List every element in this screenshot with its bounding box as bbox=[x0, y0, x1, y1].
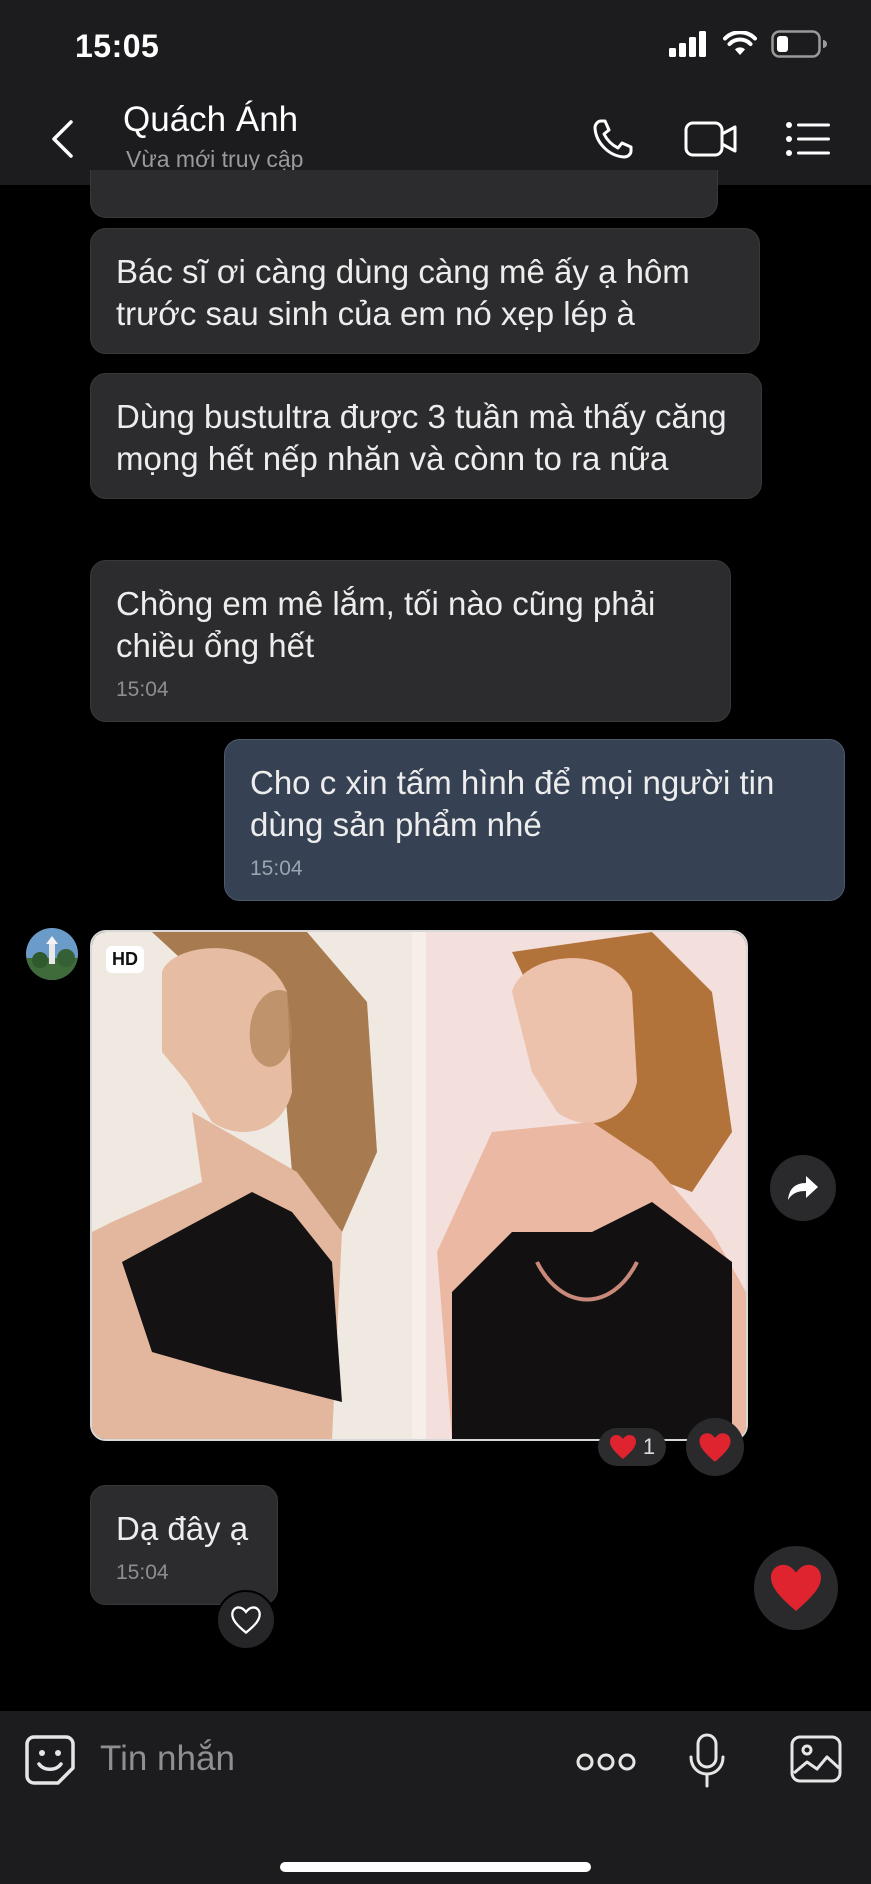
message-input[interactable]: Tin nhắn bbox=[100, 1739, 235, 1779]
menu-list-icon bbox=[786, 122, 830, 156]
phone-icon bbox=[593, 119, 633, 159]
heart-icon bbox=[699, 1432, 731, 1462]
share-forward-icon bbox=[788, 1176, 818, 1200]
photo-message[interactable]: HD bbox=[90, 930, 748, 1441]
message-time: 15:04 bbox=[116, 1561, 169, 1584]
message-text: Cho c xin tấm hình để mọi người tin dùng… bbox=[250, 764, 775, 843]
voice-call-button[interactable] bbox=[588, 114, 638, 164]
message-bubble[interactable]: Dạ đây ạ 15:04 bbox=[90, 1485, 278, 1605]
message-text: Dạ đây ạ bbox=[116, 1510, 249, 1547]
message-time: 15:04 bbox=[116, 678, 169, 701]
more-options-button[interactable] bbox=[576, 1751, 636, 1773]
contact-status: Vừa mới truy cập bbox=[126, 146, 304, 172]
hd-badge: HD bbox=[106, 946, 144, 973]
back-button[interactable] bbox=[40, 114, 84, 164]
partial-message-bubble bbox=[90, 170, 718, 218]
status-icons bbox=[669, 30, 827, 58]
heart-icon bbox=[771, 1564, 821, 1612]
home-indicator bbox=[280, 1862, 591, 1872]
message-bubble[interactable]: Chồng em mê lắm, tối nào cũng phải chiều… bbox=[90, 560, 731, 722]
my-message-bubble[interactable]: Cho c xin tấm hình để mọi người tin dùng… bbox=[224, 739, 845, 901]
message-time: 15:04 bbox=[250, 857, 303, 880]
signal-icon bbox=[669, 31, 706, 57]
status-bar: 15:05 bbox=[0, 0, 871, 92]
battery-icon bbox=[771, 30, 827, 58]
reaction-summary[interactable]: 1 bbox=[598, 1428, 666, 1466]
microphone-icon bbox=[689, 1733, 725, 1788]
wifi-icon bbox=[723, 31, 757, 55]
message-text: Chồng em mê lắm, tối nào cũng phải chiều… bbox=[116, 585, 656, 664]
react-button[interactable] bbox=[216, 1590, 276, 1650]
gallery-button[interactable] bbox=[790, 1735, 842, 1783]
video-call-icon bbox=[684, 121, 737, 157]
message-text: Dùng bustultra được 3 tuần mà thấy căng … bbox=[116, 398, 727, 477]
sticker-button[interactable] bbox=[24, 1734, 76, 1786]
message-bubble[interactable]: Dùng bustultra được 3 tuần mà thấy căng … bbox=[90, 373, 762, 499]
more-icon bbox=[576, 1753, 636, 1771]
voice-record-button[interactable] bbox=[688, 1733, 726, 1789]
my-reaction-button[interactable] bbox=[686, 1418, 744, 1476]
reaction-count: 1 bbox=[642, 1434, 656, 1459]
video-call-button[interactable] bbox=[683, 114, 739, 164]
contact-name[interactable]: Quách Ánh bbox=[123, 100, 298, 140]
quick-heart-button[interactable] bbox=[754, 1546, 838, 1630]
message-text: Bác sĩ ơi càng dùng càng mê ấy ạ hôm trư… bbox=[116, 253, 690, 332]
before-after-photo bbox=[92, 932, 746, 1439]
gallery-icon bbox=[790, 1735, 842, 1783]
status-time: 15:05 bbox=[75, 28, 160, 64]
menu-button[interactable] bbox=[784, 114, 832, 164]
contact-avatar[interactable] bbox=[26, 928, 78, 980]
message-bubble[interactable]: Bác sĩ ơi càng dùng càng mê ấy ạ hôm trư… bbox=[90, 228, 760, 354]
heart-outline-icon bbox=[231, 1606, 261, 1635]
sticker-icon bbox=[25, 1735, 75, 1785]
heart-icon bbox=[609, 1435, 636, 1459]
message-input-bar: Tin nhắn bbox=[0, 1711, 871, 1884]
back-icon bbox=[52, 120, 73, 158]
share-button[interactable] bbox=[770, 1155, 836, 1221]
